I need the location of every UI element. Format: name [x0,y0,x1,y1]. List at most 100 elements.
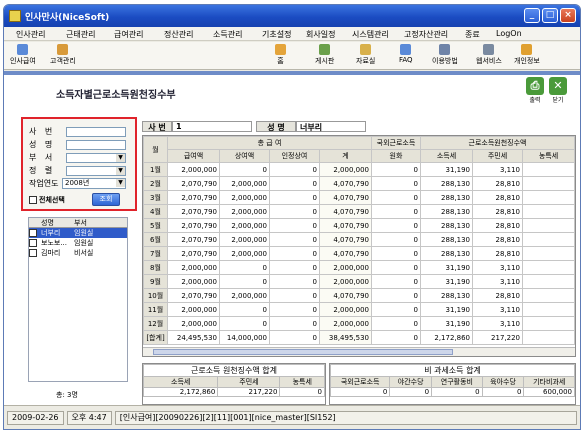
table-cell: 0 [371,176,421,191]
list-item[interactable]: 김마리 비서실 [29,248,127,258]
tool-library[interactable]: 자료실 [356,44,375,66]
minimize-button[interactable]: _ [524,8,540,23]
table-cell: 4,070,790 [319,176,372,191]
howto-icon [439,44,451,55]
table-cell: 2,000,000 [167,316,220,331]
table-cell [522,162,575,177]
table-row[interactable]: 4월 2,070,790 2,000,000 0 4,070,790 0 288,130 28… [143,204,575,219]
row-checkbox[interactable] [29,239,37,247]
emp-no-input[interactable] [66,126,126,137]
menu-income[interactable]: 소득관리 [213,29,242,40]
table-row[interactable]: 6월 2,070,790 2,000,000 0 4,070,790 0 288,130 28… [143,232,575,247]
close-window-button[interactable]: × [560,8,576,23]
row-checkbox[interactable] [29,229,37,237]
list-item[interactable]: 보노보... 임원실 [29,238,127,248]
menu-hr[interactable]: 인사관리 [16,29,45,40]
table-row[interactable]: 5월 2,070,790 2,000,000 0 4,070,790 0 288,130 28… [143,218,575,233]
table-row[interactable]: 12월 2,000,000 0 0 2,000,000 0 31,190 3,110 [143,316,575,331]
personal-info-icon [521,44,533,55]
table-cell [522,330,575,345]
summary-value: 0 [389,387,433,397]
table-row[interactable]: 1월 2,000,000 0 0 2,000,000 0 31,190 3,110 [143,162,575,177]
menu-basic-settings[interactable]: 기초설정 [262,29,291,40]
summary-header: 기타비과세 [523,376,575,388]
table-cell: 0 [371,218,421,233]
table-cell: 2,000,000 [167,274,220,289]
tool-faq[interactable]: FAQ [399,44,413,64]
table-cell: 28,810 [472,190,523,205]
tool-board[interactable]: 게시판 [315,44,334,66]
table-cell: 28,810 [472,204,523,219]
table-cell: 31,190 [420,162,473,177]
row-month: 8월 [143,260,168,275]
menu-exit[interactable]: 종료 [465,29,480,40]
table-row[interactable]: 7월 2,070,790 2,000,000 0 4,070,790 0 288,130 28… [143,246,575,261]
row-month: 3월 [143,190,168,205]
tool-personal-info[interactable]: 개인정보 [514,44,540,66]
horizontal-scrollbar[interactable] [143,347,575,356]
menu-logon[interactable]: LogOn [496,29,522,38]
table-row[interactable]: 10월 2,070,790 2,000,000 0 4,070,790 0 288,130 2… [143,288,575,303]
table-row[interactable]: 11월 2,000,000 0 0 2,000,000 0 31,190 3,110 [143,302,575,317]
close-page-button[interactable]: ✕ 닫기 [549,77,567,104]
tool-payroll[interactable]: 인사급여 [10,44,36,66]
main-content: 사 번 성 명 부 서 ▼ 정 렬 ▼ 작업연도 2008년 ▼ 전체선택 조회 성명 부… [4,107,580,405]
print-button[interactable]: ⎙ 출력 [526,77,544,104]
table-cell: 4,070,790 [319,232,372,247]
table-cell: 0 [371,162,421,177]
withholding-total-title: 근로소득 원천징수액 합계 [143,364,325,377]
employee-total: 총: 3명 [56,391,78,399]
name-input[interactable] [66,139,126,150]
year-select[interactable]: 2008년 ▼ [62,178,126,189]
table-cell: 288,130 [420,288,473,303]
maximize-button[interactable]: □ [542,8,558,23]
table-cell: 0 [371,274,421,289]
webservice-icon [483,44,495,55]
board-icon [319,44,331,55]
table-cell: 0 [269,190,320,205]
row-checkbox[interactable] [29,249,37,257]
tool-webservice[interactable]: 웹서비스 [476,44,502,66]
table-cell: 3,110 [472,302,523,317]
tool-customers[interactable]: 고객관리 [50,44,76,66]
monthly-withholding-grid[interactable]: 월 총 급 여 국외근로소득 근로소득원천징수액 급여액 상여액 인정상여 계 원화 소득… [142,135,576,357]
tool-home[interactable]: 홈 [275,44,286,66]
menu-bar: 인사관리 근태관리 급여관리 정산관리 소득관리 기초설정 회사일정 시스템관리… [4,27,580,41]
menu-company-schedule[interactable]: 회사일정 [306,29,335,40]
select-all-checkbox[interactable] [29,196,37,204]
chevron-down-icon: ▼ [116,179,125,187]
table-cell: 28,810 [472,246,523,261]
table-cell: 0 [269,274,320,289]
lookup-button[interactable]: 조회 [92,193,120,206]
column-header: 원화 [371,149,421,163]
row-month: 6월 [143,232,168,247]
menu-settlement[interactable]: 정산관리 [164,29,193,40]
sort-select[interactable]: ▼ [66,165,126,176]
table-cell [522,218,575,233]
tool-howto[interactable]: 이용방법 [432,44,458,66]
row-month: [합계] [143,330,168,345]
table-cell: 2,070,790 [167,232,220,247]
table-row[interactable]: 3월 2,070,790 2,000,000 0 4,070,790 0 288,130 28… [143,190,575,205]
menu-attendance[interactable]: 근태관리 [66,29,95,40]
list-item[interactable]: 너부리 임원실 [29,228,127,238]
menu-payroll[interactable]: 급여관리 [114,29,143,40]
column-header: 계 [319,149,372,163]
table-cell [522,176,575,191]
record-name-label: 성 명 [256,121,296,132]
summary-value: 2,172,860 [142,387,219,397]
table-cell: 0 [219,162,270,177]
table-cell: 2,000,000 [167,302,220,317]
table-cell: 2,070,790 [167,246,220,261]
scroll-thumb[interactable] [153,349,453,355]
table-row[interactable]: [합계] 24,495,530 14,000,000 0 38,495,530 0 2,17… [143,330,575,345]
withholding-header: 근로소득원천징수액 [420,136,575,150]
table-row[interactable]: 2월 2,070,790 2,000,000 0 4,070,790 0 288,130 28… [143,176,575,191]
menu-fixed-assets[interactable]: 고정자산관리 [404,29,448,40]
table-row[interactable]: 8월 2,000,000 0 0 2,000,000 0 31,190 3,110 [143,260,575,275]
menu-system[interactable]: 시스템관리 [352,29,389,40]
table-cell: 0 [219,274,270,289]
table-row[interactable]: 9월 2,000,000 0 0 2,000,000 0 31,190 3,110 [143,274,575,289]
app-icon [9,10,21,22]
dept-select[interactable]: ▼ [66,152,126,163]
